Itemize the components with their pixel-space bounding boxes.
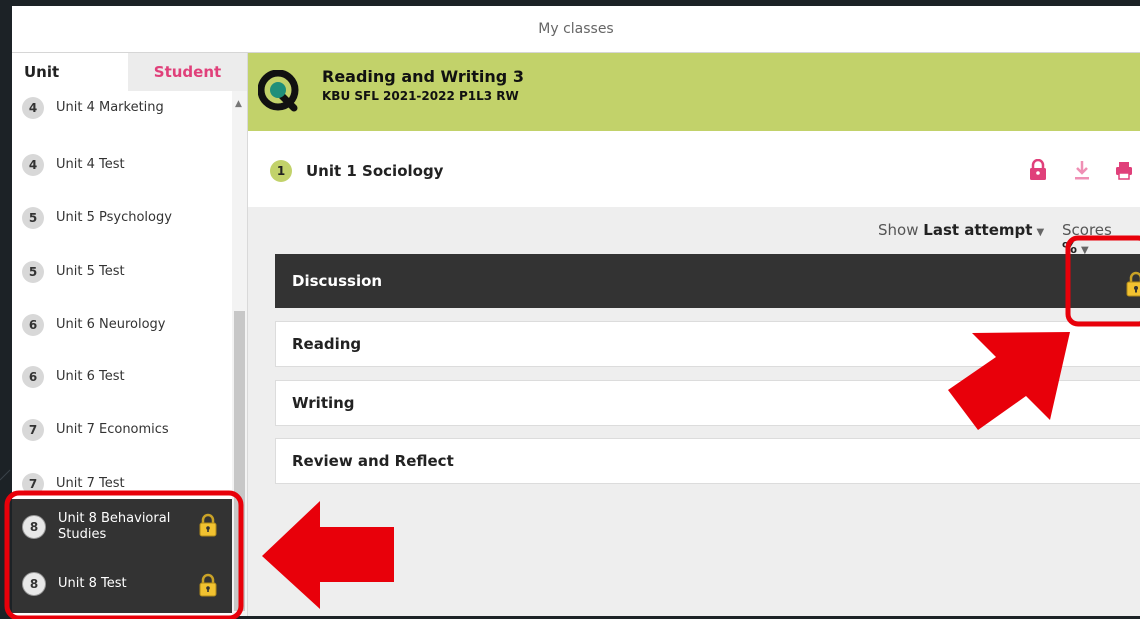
unit-number-badge: 8: [22, 572, 46, 596]
lock-icon[interactable]: [1028, 159, 1048, 181]
lock-icon: [199, 573, 217, 597]
unit-number-badge: 5: [22, 261, 44, 283]
unit-number-badge: 4: [22, 154, 44, 176]
sidebar-item-unit-5-test[interactable]: 5 Unit 5 Test: [12, 246, 232, 298]
print-icon[interactable]: [1114, 159, 1134, 181]
scroll-up-icon[interactable]: ▲: [235, 99, 242, 109]
sidebar-scrollbar[interactable]: ▲: [232, 91, 247, 616]
sidebar-item-unit-4-marketing[interactable]: 4 Unit 4 Marketing: [12, 88, 232, 128]
section-label: Reading: [292, 335, 362, 353]
unit-bar: 1 Unit 1 Sociology: [248, 131, 1140, 207]
app-window: My classes Unit Student 4 Unit 4 Marketi…: [12, 6, 1140, 616]
sidebar-item-unit-6-neurology[interactable]: 6 Unit 6 Neurology: [12, 299, 232, 351]
section-review-and-reflect[interactable]: Review and Reflect: [275, 438, 1140, 484]
sidebar-item-unit-6-test[interactable]: 6 Unit 6 Test: [12, 351, 232, 403]
sidebar-tabs: Unit Student: [12, 53, 247, 91]
unit-number-badge: 8: [22, 515, 46, 539]
sidebar-item-label: Unit 8 Test: [58, 576, 127, 591]
unit-number-badge: 4: [22, 97, 44, 119]
tab-unit[interactable]: Unit: [12, 53, 128, 91]
sidebar-item-unit-8-behavioral-studies[interactable]: 8 Unit 8 Behavioral Studies: [12, 499, 232, 555]
window-title: My classes: [12, 6, 1140, 53]
sidebar-item-unit-8-test[interactable]: 8 Unit 8 Test: [12, 555, 232, 613]
scores-format-dropdown[interactable]: Scores % ▼: [1062, 221, 1140, 257]
filter-row: Show Last attempt ▼ Scores % ▼: [248, 221, 1140, 257]
caret-down-icon: ▼: [1036, 227, 1045, 238]
sidebar-item-label: Unit 7 Test: [56, 476, 125, 491]
unit-number-badge: 7: [22, 473, 44, 495]
section-writing[interactable]: Writing: [275, 380, 1140, 426]
sidebar-item-unit-7-economics[interactable]: 7 Unit 7 Economics: [12, 404, 232, 456]
show-value: Last attempt: [923, 221, 1033, 239]
section-label: Review and Reflect: [292, 452, 454, 470]
sidebar-item-label: Unit 5 Psychology: [56, 210, 172, 225]
unit-number-badge: 7: [22, 419, 44, 441]
sidebar: Unit Student 4 Unit 4 Marketing 4 Unit 4…: [12, 53, 248, 616]
unit-number-badge: 6: [22, 366, 44, 388]
show-attempt-dropdown[interactable]: Show Last attempt ▼: [878, 221, 1044, 239]
sidebar-item-label: Unit 4 Test: [56, 157, 125, 172]
class-header: Reading and Writing 3 KBU SFL 2021-2022 …: [248, 53, 1140, 131]
logo-icon: [258, 70, 299, 112]
section-label: Discussion: [292, 272, 383, 290]
lock-icon: [199, 513, 217, 537]
sidebar-item-unit-5-psychology[interactable]: 5 Unit 5 Psychology: [12, 192, 232, 244]
unit-number-badge: 6: [22, 314, 44, 336]
tab-student[interactable]: Student: [128, 53, 247, 91]
class-title: Reading and Writing 3: [322, 67, 524, 86]
download-icon[interactable]: [1072, 159, 1092, 181]
unit-number-badge: 5: [22, 207, 44, 229]
sidebar-item-label: Unit 5 Test: [56, 264, 125, 279]
section-label: Writing: [292, 394, 355, 412]
unit-number-badge: 1: [270, 160, 292, 182]
sidebar-item-label: Unit 8 Behavioral Studies: [58, 511, 171, 542]
scrollbar-thumb[interactable]: [234, 311, 245, 611]
sidebar-item-unit-4-test[interactable]: 4 Unit 4 Test: [12, 139, 232, 191]
unit-title: Unit 1 Sociology: [306, 162, 444, 180]
lock-icon[interactable]: [1125, 271, 1140, 297]
sidebar-item-label: Unit 4 Marketing: [56, 100, 164, 115]
scores-prefix: Scores: [1062, 221, 1112, 239]
class-subtitle: KBU SFL 2021-2022 P1L3 RW: [322, 89, 519, 103]
section-discussion[interactable]: Discussion: [275, 254, 1140, 308]
main-panel: Reading and Writing 3 KBU SFL 2021-2022 …: [248, 53, 1140, 616]
sidebar-item-label: Unit 6 Test: [56, 369, 125, 384]
sidebar-item-label: Unit 6 Neurology: [56, 317, 166, 332]
sidebar-item-label: Unit 7 Economics: [56, 422, 169, 437]
show-prefix: Show: [878, 221, 919, 239]
section-reading[interactable]: Reading: [275, 321, 1140, 367]
